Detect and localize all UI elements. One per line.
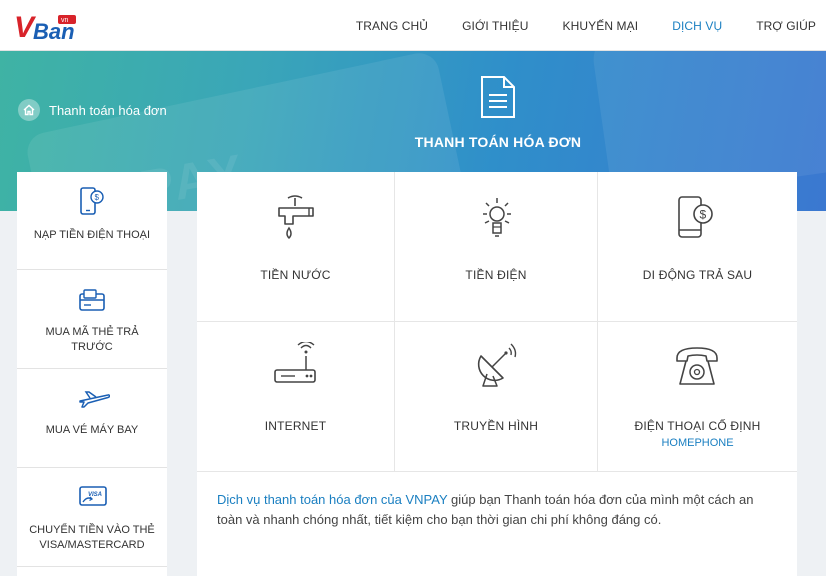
nav-services[interactable]: DỊCH VỤ: [672, 19, 722, 33]
service-label: TRUYỀN HÌNH: [453, 419, 539, 433]
nav-help[interactable]: TRỢ GIÚP: [756, 19, 816, 33]
breadcrumb-current: Thanh toán hóa đơn: [49, 102, 167, 118]
svg-text:$: $: [700, 208, 707, 222]
landline-phone-icon: [676, 347, 718, 385]
service-panel: TIỀN NƯỚC TIỀN ĐIỆN $ DI ĐỘNG TRẢ SAU IN…: [197, 172, 797, 576]
service-television[interactable]: TRUYỀN HÌNH: [395, 322, 598, 472]
main-nav: TRANG CHỦ GIỚI THIỆU KHUYẾN MẠI DỊCH VỤ …: [356, 0, 826, 51]
logo-badge: vn: [61, 17, 69, 24]
router-icon: [274, 342, 316, 383]
prepaid-card-icon: [79, 289, 105, 311]
service-label: TIỀN ĐIỆN: [465, 268, 527, 282]
service-internet[interactable]: INTERNET: [197, 322, 395, 472]
satellite-dish-icon: [477, 343, 517, 387]
sidebar-item-label: NẠP TIỀN ĐIỆN THOẠI: [33, 229, 151, 241]
service-label: TIỀN NƯỚC: [260, 268, 331, 282]
service-landline[interactable]: ĐIỆN THOẠI CỐ ĐỊNH HOMEPHONE: [598, 322, 797, 472]
svg-text:$: $: [95, 193, 100, 202]
water-tap-icon: [278, 195, 314, 240]
sidebar-item-label: MUA MÃ THẺ TRẢ TRƯỚC: [45, 326, 139, 353]
sidebar-menu: $ NẠP TIỀN ĐIỆN THOẠI MUA MÃ THẺ TRẢ TRƯ…: [17, 172, 167, 576]
postpaid-phone-icon: $: [678, 196, 713, 238]
service-postpaid-mobile[interactable]: $ DI ĐỘNG TRẢ SAU: [598, 172, 797, 322]
service-water-bill[interactable]: TIỀN NƯỚC: [197, 172, 395, 322]
service-label: INTERNET: [264, 419, 327, 433]
sidebar-item-label: CHUYỂN TIỀN VÀO THẺ VISA/MASTERCARD: [29, 524, 155, 551]
document-icon: [481, 76, 515, 118]
nav-home[interactable]: TRANG CHỦ: [356, 19, 428, 33]
lightbulb-icon: [483, 198, 511, 237]
service-sublabel: HOMEPHONE: [661, 437, 734, 449]
sidebar-item-label: MUA VÉ MÁY BAY: [45, 424, 139, 436]
sidebar-item-phone-topup[interactable]: $ NẠP TIỀN ĐIỆN THOẠI: [17, 172, 167, 270]
sidebar-item-visa-transfer[interactable]: VISA CHUYỂN TIỀN VÀO THẺ VISA/MASTERCARD: [17, 468, 167, 567]
sidebar-item-prepaid-card[interactable]: MUA MÃ THẺ TRẢ TRƯỚC: [17, 270, 167, 369]
vban-logo[interactable]: V Ban vn: [14, 9, 84, 44]
service-label: ĐIỆN THOẠI CỐ ĐỊNH: [634, 419, 761, 433]
vnpay-service-link[interactable]: Dịch vụ thanh toán hóa đơn của VNPAY: [217, 492, 447, 507]
mobile-topup-icon: $: [80, 187, 104, 215]
service-label: DI ĐỘNG TRẢ SAU: [642, 268, 753, 282]
home-icon[interactable]: [18, 99, 40, 121]
service-electricity-bill[interactable]: TIỀN ĐIỆN: [395, 172, 598, 322]
airplane-icon: [79, 391, 110, 408]
sidebar-item-flight-ticket[interactable]: MUA VÉ MÁY BAY: [17, 369, 167, 468]
page-title: THANH TOÁN HÓA ĐƠN: [414, 134, 582, 150]
visa-card-icon: VISA: [79, 486, 107, 506]
nav-about[interactable]: GIỚI THIỆU: [462, 19, 528, 33]
breadcrumb: Thanh toán hóa đơn: [18, 99, 167, 121]
nav-promotions[interactable]: KHUYẾN MẠI: [563, 19, 639, 33]
top-header: V Ban vn TRANG CHỦ GIỚI THIỆU KHUYẾN MẠI…: [0, 0, 826, 51]
service-description: Dịch vụ thanh toán hóa đơn của VNPAY giú…: [217, 490, 777, 530]
